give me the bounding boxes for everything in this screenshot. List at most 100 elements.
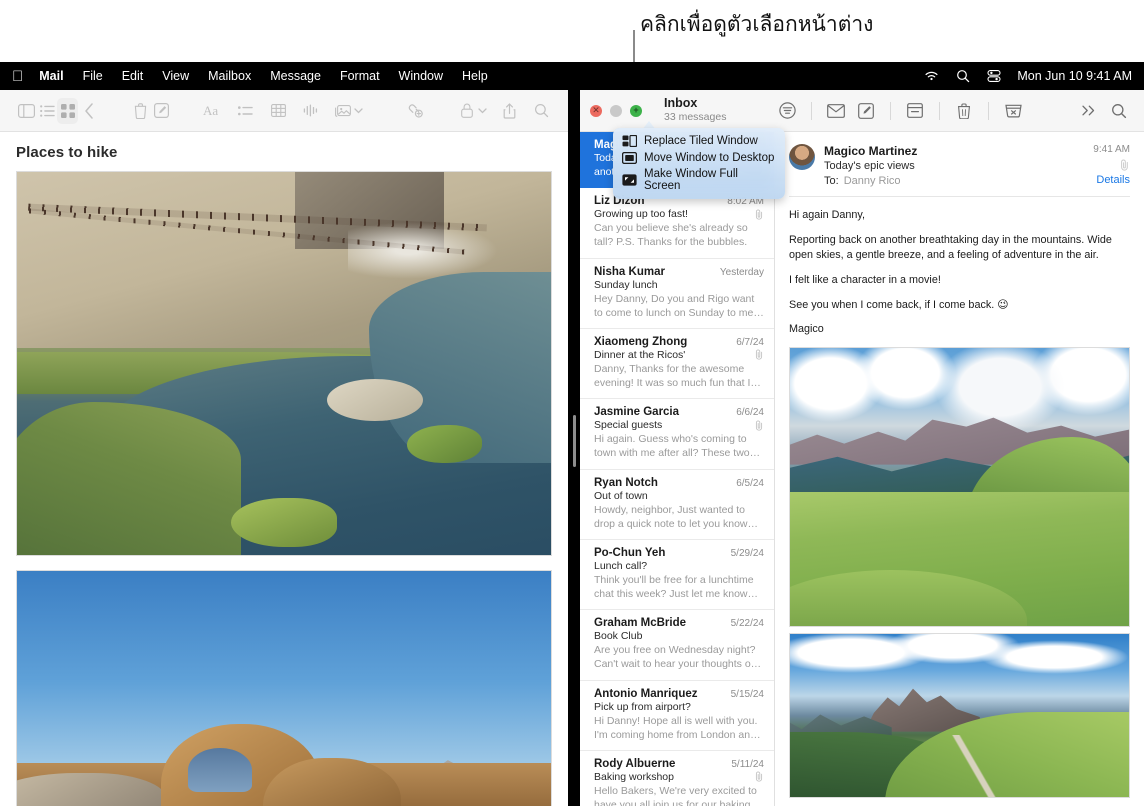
details-link[interactable]: Details	[1093, 174, 1130, 186]
trash-icon[interactable]	[949, 98, 979, 124]
arch-rock-photo[interactable]	[16, 570, 552, 806]
menu-item-window[interactable]: Window	[399, 69, 443, 83]
minimize-button[interactable]	[610, 104, 622, 117]
mark-unread-icon[interactable]	[821, 98, 851, 124]
photos-window: Aa Places to hike	[0, 90, 568, 806]
message-row-top: Po-Chun Yeh 5/29/24	[594, 547, 764, 559]
message-body: Hi again Danny, Reporting back on anothe…	[775, 197, 1144, 338]
media-icon[interactable]	[333, 98, 354, 124]
table-icon[interactable]	[268, 98, 289, 124]
compose-icon[interactable]	[851, 98, 881, 124]
zoom-button[interactable]: +	[630, 104, 642, 117]
menu-item-move-window-to-desktop[interactable]: Move Window to Desktop	[613, 149, 785, 166]
message-subject: Dinner at the Ricos'	[594, 348, 686, 361]
body-paragraph-1: Reporting back on another breathtaking d…	[789, 233, 1112, 262]
menu-item-message[interactable]: Message	[270, 69, 321, 83]
message-row-8[interactable]: Antonio Manriquez 5/15/24 Pick up from a…	[580, 681, 774, 751]
apple-logo-icon[interactable]: 	[12, 69, 23, 84]
message-date: 6/5/24	[736, 477, 764, 489]
message-row-2[interactable]: Nisha Kumar Yesterday Sunday lunch Hey D…	[580, 259, 774, 329]
menu-item-label: Replace Tiled Window	[644, 134, 758, 147]
message-sender: Ryan Notch	[594, 476, 658, 489]
message-sender: Nisha Kumar	[594, 265, 665, 278]
message-subject-row: Sunday lunch	[594, 279, 764, 291]
mail-search-icon[interactable]	[1104, 98, 1134, 124]
message-subject: Out of town	[594, 489, 648, 502]
trash-icon[interactable]	[130, 98, 151, 124]
list-view-icon[interactable]	[37, 98, 58, 124]
message-subject: Pick up from airport?	[594, 700, 691, 713]
message-row-9[interactable]: Rody Albuerne 5/11/24 Baking workshop He…	[580, 751, 774, 806]
to-label: To:	[824, 175, 839, 187]
traffic-light-group: ✕ +	[580, 104, 664, 117]
sidebar-toggle-icon[interactable]	[16, 98, 37, 124]
share-icon[interactable]	[499, 98, 520, 124]
message-date: 5/15/24	[730, 688, 764, 700]
menu-item-label: Make Window Full Screen	[644, 168, 738, 192]
audio-icon[interactable]	[300, 98, 321, 124]
menubar-search-icon[interactable]	[956, 69, 970, 83]
message-date: 5/11/24	[731, 758, 764, 770]
menu-item-format[interactable]: Format	[340, 69, 380, 83]
attachment-clip-icon	[755, 771, 763, 783]
menubar-clock[interactable]: Mon Jun 10 9:41 AM	[1017, 69, 1132, 83]
message-row-7[interactable]: Graham McBride 5/22/24 Book Club Are you…	[580, 610, 774, 681]
menu-item-help[interactable]: Help	[462, 69, 488, 83]
lock-icon[interactable]	[457, 98, 478, 124]
window-resize-handle[interactable]	[573, 415, 576, 467]
avatar	[789, 144, 815, 170]
message-row-5[interactable]: Ryan Notch 6/5/24 Out of town Howdy, nei…	[580, 470, 774, 540]
grid-view-icon[interactable]	[57, 97, 79, 124]
wifi-icon[interactable]	[924, 70, 939, 82]
message-subject: Book Club	[594, 630, 643, 643]
compose-icon[interactable]	[151, 98, 172, 124]
hot-springs-stream-photo[interactable]	[16, 171, 552, 556]
menu-item-edit[interactable]: Edit	[122, 69, 144, 83]
back-chevron-icon[interactable]	[78, 98, 99, 124]
archive-icon[interactable]	[900, 98, 930, 124]
menu-item-mailbox[interactable]: Mailbox	[208, 69, 251, 83]
dolomites-meadow-photo[interactable]	[789, 346, 1130, 627]
message-date: 5/29/24	[730, 547, 764, 559]
message-sender: Jasmine Garcia	[594, 406, 680, 419]
list-format-icon[interactable]	[235, 98, 256, 124]
more-chevrons-icon[interactable]	[1074, 98, 1104, 124]
photos-toolbar: Aa	[0, 90, 568, 132]
photos-search-icon[interactable]	[531, 98, 552, 124]
message-date: Yesterday	[719, 266, 764, 278]
menu-item-mail[interactable]: Mail	[39, 69, 63, 83]
control-center-icon[interactable]	[987, 69, 1001, 83]
mountain-ridge-trail-photo[interactable]	[789, 632, 1130, 798]
message-row-3[interactable]: Xiaomeng Zhong 6/7/24 Dinner at the Rico…	[580, 329, 774, 400]
toolbar-separator	[811, 101, 812, 120]
photo-clouds-layer	[790, 633, 1129, 706]
menu-item-file[interactable]: File	[83, 69, 103, 83]
media-chevron-down-icon[interactable]	[354, 98, 364, 124]
filter-icon[interactable]	[772, 98, 802, 124]
message-row-top: Graham McBride 5/22/24	[594, 617, 764, 629]
menu-item-make-window-full-screen[interactable]: Make Window Full Screen	[613, 166, 785, 194]
attachment-clip-icon	[755, 349, 763, 360]
menu-item-view[interactable]: View	[162, 69, 189, 83]
text-format-icon[interactable]: Aa	[203, 98, 224, 124]
mail-body: Magico Martinez 9:41 AM Today's epic vie…	[580, 132, 1144, 806]
body-paragraph-4: Magico	[789, 323, 824, 336]
message-subject-row: Book Club	[594, 630, 764, 642]
reading-sender: Magico Martinez	[824, 144, 918, 158]
close-button[interactable]: ✕	[590, 104, 602, 117]
message-row-top: Ryan Notch 6/5/24	[594, 477, 764, 489]
message-subject: Special guests	[594, 419, 663, 432]
message-row-6[interactable]: Po-Chun Yeh 5/29/24 Lunch call? Think yo…	[580, 540, 774, 611]
message-subject-row: Out of town	[594, 490, 764, 502]
window-options-menu[interactable]: Replace Tiled Window Move Window to Desk…	[613, 128, 785, 199]
message-subject-row: Special guests	[594, 419, 764, 431]
collaborate-icon[interactable]	[405, 98, 426, 124]
move-window-to-desktop-icon	[622, 151, 637, 164]
message-list[interactable]: Magico Martinez 9:41 AM Today's epic vie…	[580, 132, 775, 806]
lock-chevron-down-icon[interactable]	[477, 98, 487, 124]
message-subject: Growing up too fast!	[594, 208, 688, 221]
message-row-4[interactable]: Jasmine Garcia 6/6/24 Special guests Hi …	[580, 399, 774, 470]
junk-icon[interactable]	[998, 98, 1028, 124]
toolbar-separator	[939, 101, 940, 120]
menu-item-replace-tiled-window[interactable]: Replace Tiled Window	[613, 132, 785, 149]
